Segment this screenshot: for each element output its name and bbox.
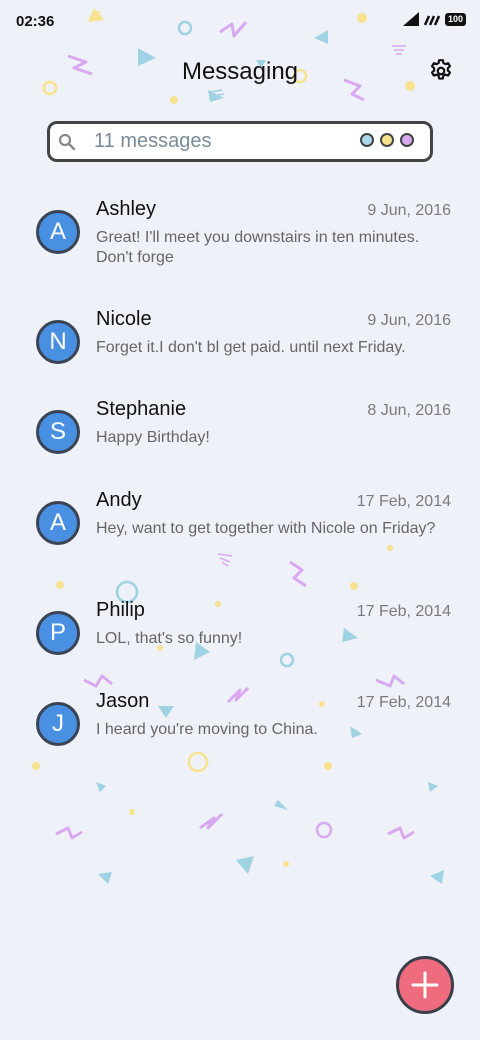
avatar: S (36, 410, 80, 454)
message-snippet: LOL, that's so funny! (96, 630, 243, 647)
message-date: 17 Feb, 2014 (356, 603, 451, 620)
contact-name: Jason (96, 690, 150, 712)
conversation-item[interactable]: P Philip 17 Feb, 2014 LOL, that's so fun… (0, 587, 480, 677)
avatar: N (36, 320, 80, 364)
page-title: Messaging (181, 58, 299, 85)
contact-name: Ashley (96, 198, 157, 220)
message-snippet: Happy Birthday! (96, 429, 210, 446)
message-snippet: Great! I'll meet you downstairs in ten m… (96, 229, 420, 266)
message-date: 17 Feb, 2014 (356, 493, 451, 510)
plus-icon (411, 971, 439, 999)
search-input[interactable] (92, 129, 336, 154)
contact-name: Philip (96, 599, 145, 621)
wifi-icon (423, 15, 440, 26)
new-message-button[interactable] (396, 956, 454, 1014)
contact-name: Stephanie (96, 398, 187, 420)
message-date: 9 Jun, 2016 (367, 202, 451, 219)
message-snippet: Hey, want to get together with Nicole on… (96, 520, 436, 537)
search-icon (58, 133, 82, 151)
signal-icon (402, 12, 419, 26)
message-snippet: I heard you're moving to China. (96, 721, 318, 738)
gear-icon (430, 59, 452, 80)
color-filter-blue[interactable] (360, 133, 374, 147)
conversation-item[interactable]: S Stephanie 8 Jun, 2016 Happy Birthday! (0, 386, 480, 476)
status-time: 02:36 (16, 13, 55, 30)
message-snippet: Forget it.I don't bl get paid. until nex… (96, 339, 406, 356)
avatar: A (36, 210, 80, 254)
contact-name: Andy (96, 489, 142, 511)
avatar: P (36, 611, 80, 655)
settings-button[interactable] (426, 56, 456, 86)
message-date: 17 Feb, 2014 (356, 694, 451, 711)
status-icons: 100 (402, 12, 466, 26)
avatar: A (36, 501, 80, 545)
color-filter-purple[interactable] (400, 133, 414, 147)
contact-name: Nicole (96, 308, 152, 330)
message-date: 9 Jun, 2016 (367, 312, 451, 329)
battery-icon: 100 (444, 12, 466, 26)
status-bar: 02:36 100 (0, 0, 480, 44)
conversation-item[interactable]: N Nicole 9 Jun, 2016 Forget it.I don't b… (0, 296, 480, 386)
color-filter-yellow[interactable] (380, 133, 394, 147)
conversation-item[interactable]: A Ashley 9 Jun, 2016 Great! I'll meet yo… (0, 186, 480, 276)
message-date: 8 Jun, 2016 (367, 402, 451, 419)
conversation-item[interactable]: J Jason 17 Feb, 2014 I heard you're movi… (0, 678, 480, 768)
conversation-item[interactable]: A Andy 17 Feb, 2014 Hey, want to get tog… (0, 477, 480, 567)
search-bar[interactable] (47, 121, 433, 162)
avatar: J (36, 702, 80, 746)
color-filter-group (360, 133, 414, 147)
